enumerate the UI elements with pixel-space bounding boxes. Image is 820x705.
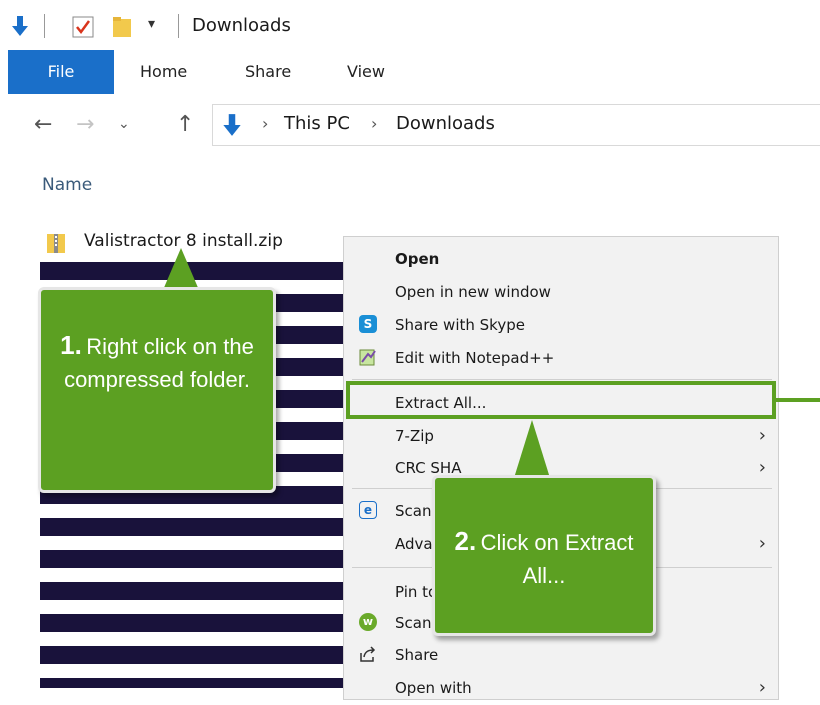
tab-file[interactable]: File	[8, 50, 114, 94]
submenu-chevron-icon: ›	[758, 457, 766, 478]
title-bar: ▾ Downloads	[0, 0, 820, 50]
callout-step-2-text: Click on Extract All...	[480, 530, 634, 588]
share-icon	[360, 646, 376, 662]
zip-folder-icon	[47, 234, 65, 253]
breadcrumb-separator-icon: ›	[262, 114, 269, 133]
submenu-chevron-icon: ›	[758, 677, 766, 698]
menu-item-share[interactable]: Share	[344, 640, 778, 672]
forward-arrow-icon[interactable]: →	[76, 112, 94, 137]
tab-home[interactable]: Home	[140, 50, 187, 94]
notepadpp-icon	[359, 349, 376, 366]
tab-view[interactable]: View	[347, 50, 385, 94]
callout-1-tail	[163, 248, 199, 290]
recent-locations-chevron-icon[interactable]: ⌄	[118, 116, 130, 132]
submenu-chevron-icon: ›	[758, 533, 766, 554]
divider	[44, 14, 45, 38]
callout-step-1-text: Right click on the compressed folder.	[64, 334, 254, 392]
menu-separator	[352, 379, 772, 380]
eset-icon: e	[359, 501, 377, 519]
breadcrumb-this-pc[interactable]: This PC	[284, 113, 350, 134]
menu-item-share-skype[interactable]: S Share with Skype	[344, 310, 778, 342]
divider	[178, 14, 179, 38]
properties-icon[interactable]	[72, 16, 94, 38]
downloads-location-icon	[223, 114, 241, 136]
tab-share[interactable]: Share	[245, 50, 291, 94]
ribbon-tabs: File Home Share View	[0, 50, 820, 94]
breadcrumb-separator-icon: ›	[371, 114, 378, 133]
extract-all-highlight	[346, 381, 776, 419]
breadcrumb-downloads[interactable]: Downloads	[396, 113, 495, 134]
menu-item-notepadpp[interactable]: Edit with Notepad++	[344, 343, 778, 375]
window-title: Downloads	[192, 15, 291, 36]
callout-step-1: 1. Right click on the compressed folder.	[38, 287, 276, 493]
webroot-icon: w	[359, 613, 377, 631]
submenu-chevron-icon: ›	[758, 425, 766, 446]
menu-item-open-with[interactable]: Open with ›	[344, 673, 778, 705]
skype-icon: S	[359, 315, 377, 333]
callout-step-1-number: 1.	[60, 330, 82, 360]
callout-step-2: 2. Click on Extract All...	[432, 475, 656, 636]
menu-item-open[interactable]: Open	[344, 244, 778, 276]
down-arrow-icon[interactable]	[10, 14, 30, 38]
column-header-name[interactable]: Name	[42, 175, 92, 195]
callout-2-tail	[514, 420, 550, 478]
menu-item-open-new-window[interactable]: Open in new window	[344, 277, 778, 309]
callout-step-2-number: 2.	[454, 526, 477, 556]
menu-item-7zip[interactable]: 7-Zip ›	[344, 421, 778, 453]
quick-access-dropdown-icon[interactable]: ▾	[148, 16, 155, 32]
highlight-pointer-line	[776, 398, 820, 402]
up-arrow-icon[interactable]: ↑	[176, 112, 194, 137]
new-folder-icon[interactable]	[112, 16, 132, 38]
back-arrow-icon[interactable]: ←	[34, 112, 52, 137]
